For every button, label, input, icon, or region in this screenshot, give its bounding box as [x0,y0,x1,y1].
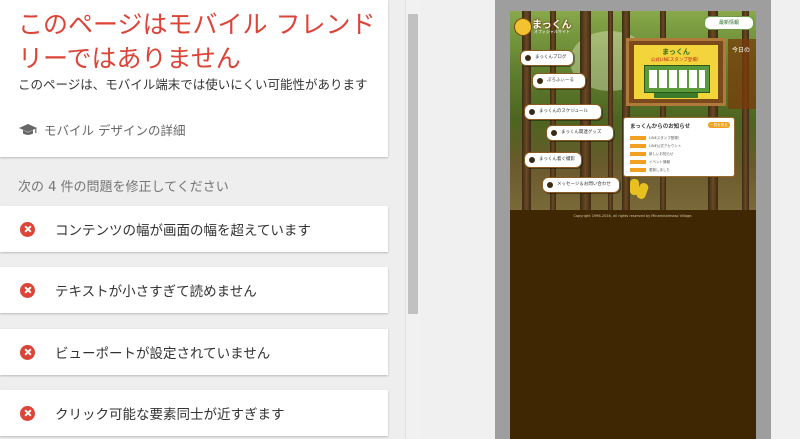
mascot-face-icon [514,18,532,36]
line-stamp-board[interactable]: まっくん 公式LINEスタンプ登場！ [626,38,726,106]
issue-item-content-width[interactable]: コンテンツの幅が画面の幅を超えています [0,206,388,252]
board-title: まっくん [662,48,690,56]
site-subtitle: オフィシャルサイト [534,29,570,34]
issue-item-viewport-not-set[interactable]: ビューポートが設定されていません [0,329,388,375]
site-copyright: Copyright 1996-2016, all rights reserved… [573,214,693,218]
issue-label: クリック可能な要素同士が近すぎます [55,407,285,423]
learn-mobile-design-link[interactable]: モバイル デザインの詳細 [18,120,185,139]
error-x-icon [20,405,35,421]
news-row[interactable]: 新しいお知らせ [630,151,728,157]
menu-profile-button[interactable]: ぷろふぃーる [532,73,586,89]
board-subtitle: 公式LINEスタンプ登場！ [650,58,702,63]
issue-item-tap-targets-close[interactable]: クリック可能な要素同士が近すぎます [0,390,388,436]
issue-label: コンテンツの幅が画面の幅を超えています [55,223,311,239]
site-logo[interactable]: まっくん オフィシャルサイト [512,16,576,40]
results-panel: このページはモバイル フレンドリーではありません このページは、モバイル端末では… [0,0,400,439]
menu-goods-button[interactable]: まっくん関連グッズ [546,125,614,141]
news-row[interactable]: イベント情報 [630,159,728,165]
news-title: まっくんからのお知らせ [630,124,691,130]
menu-schedule-button[interactable]: まっくんのスケジュール [524,104,602,120]
page-screenshot: まっくん オフィシャルサイト 最新情報 まっくんブログ ぷろふぃーる まっくんの… [510,11,756,439]
menu-costume-button[interactable]: まっくん着ぐ撮影 [524,152,582,168]
verdict-subtext: このページは、モバイル端末では使いにくい可能性があります [18,77,368,92]
error-x-icon [20,282,35,298]
news-row[interactable]: LINEスタンプ登場！ [630,135,728,141]
stamp-image [644,65,710,93]
menu-blog-button[interactable]: まっくんブログ [520,50,574,66]
news-list-button[interactable]: 一覧を見る [708,122,730,128]
news-box: まっくんからのお知らせ 一覧を見る LINEスタンプ登場！ LINE公式アカウン… [623,117,735,177]
scrollbar-thumb[interactable] [408,14,418,314]
menu-contact-button[interactable]: メッセージ＆お問い合わせ [542,177,620,193]
news-row[interactable]: 更新しました [630,167,728,173]
issues-title: 次の 4 件の問題を修正してください [18,180,229,195]
issue-label: テキストが小さすぎて読めません [55,284,257,300]
latest-info-button[interactable]: 最新情報 [704,16,754,30]
news-row[interactable]: LINE公式アカウント [630,143,728,149]
learn-mobile-design-label: モバイル デザインの詳細 [44,123,186,138]
error-x-icon [20,221,35,237]
issue-item-text-too-small[interactable]: テキストが小さすぎて読めません [0,267,388,313]
graduation-cap-icon [19,123,37,135]
today-label: 今日の [732,47,751,54]
verdict-headline: このページはモバイル フレンドリーではありません [18,10,376,73]
error-x-icon [20,344,35,360]
verdict-card: このページはモバイル フレンドリーではありません このページは、モバイル端末では… [0,0,388,157]
issue-label: ビューポートが設定されていません [55,346,271,362]
